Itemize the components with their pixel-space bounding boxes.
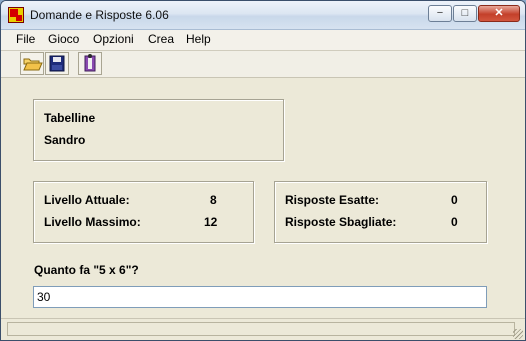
status-bar bbox=[1, 318, 525, 340]
current-level-value: 8 bbox=[210, 193, 217, 207]
correct-answers-value: 0 bbox=[451, 193, 458, 207]
correct-answers-label: Risposte Esatte: bbox=[285, 193, 380, 207]
app-window: Domande e Risposte 6.06 − □ ✕ File Gioco… bbox=[0, 0, 526, 341]
max-level-value: 12 bbox=[204, 215, 218, 229]
save-button[interactable] bbox=[45, 52, 69, 75]
status-pane bbox=[7, 322, 515, 336]
exit-button[interactable] bbox=[78, 52, 102, 75]
close-button[interactable]: ✕ bbox=[478, 5, 520, 22]
wrong-answers-label: Risposte Sbagliate: bbox=[285, 215, 397, 229]
menu-crea[interactable]: Crea bbox=[148, 32, 174, 46]
info-panel: Tabelline Sandro bbox=[33, 99, 284, 161]
question-text: Quanto fa "5 x 6"? bbox=[34, 263, 139, 277]
answers-panel: Risposte Esatte: 0 Risposte Sbagliate: 0 bbox=[274, 181, 487, 243]
levels-panel: Livello Attuale: 8 Livello Massimo: 12 bbox=[33, 181, 254, 243]
app-icon[interactable] bbox=[8, 7, 24, 23]
menu-bar: File Gioco Opzioni Crea Help bbox=[1, 30, 525, 51]
exit-door-icon bbox=[84, 54, 96, 72]
menu-file[interactable]: File bbox=[16, 32, 35, 46]
menu-help[interactable]: Help bbox=[186, 32, 211, 46]
window-title: Domande e Risposte 6.06 bbox=[30, 8, 169, 22]
save-disk-icon bbox=[49, 55, 65, 72]
resize-grip[interactable] bbox=[513, 329, 523, 339]
title-bar[interactable]: Domande e Risposte 6.06 − □ ✕ bbox=[1, 1, 525, 30]
minimize-button[interactable]: − bbox=[428, 5, 452, 22]
answer-input[interactable] bbox=[33, 286, 487, 308]
player-name: Sandro bbox=[44, 133, 86, 147]
menu-opzioni[interactable]: Opzioni bbox=[93, 32, 134, 46]
wrong-answers-value: 0 bbox=[451, 215, 458, 229]
max-level-label: Livello Massimo: bbox=[44, 215, 141, 229]
open-folder-icon bbox=[23, 58, 43, 71]
menu-gioco[interactable]: Gioco bbox=[48, 32, 79, 46]
topic-label: Tabelline bbox=[44, 111, 96, 125]
toolbar bbox=[1, 51, 525, 78]
maximize-button[interactable]: □ bbox=[453, 5, 477, 22]
open-button[interactable] bbox=[20, 52, 44, 75]
current-level-label: Livello Attuale: bbox=[44, 193, 130, 207]
